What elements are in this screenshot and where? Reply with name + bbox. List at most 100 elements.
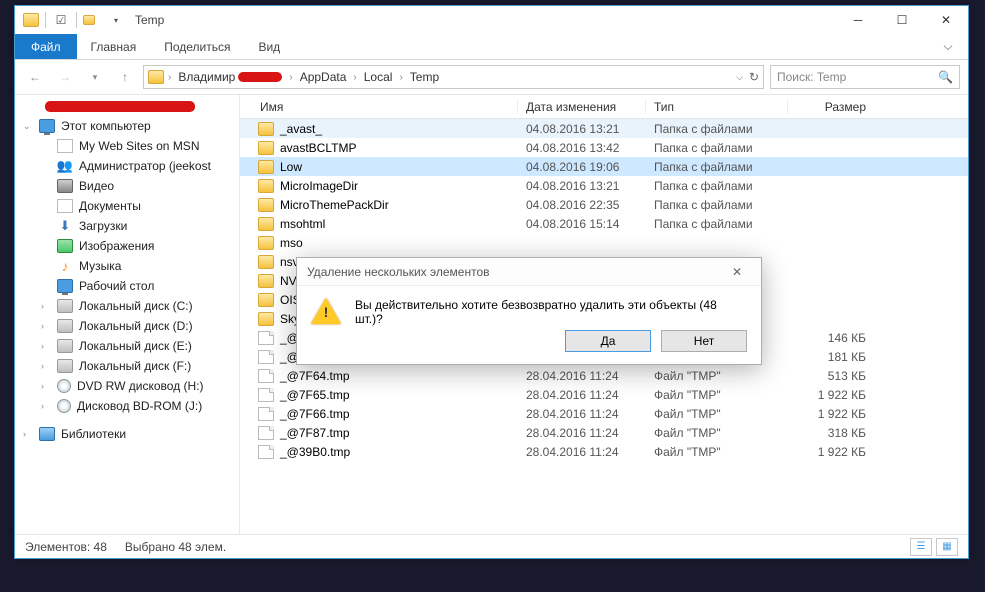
file-row[interactable]: _avast_04.08.2016 13:21Папка с файлами <box>240 119 968 138</box>
file-date: 04.08.2016 19:06 <box>518 160 646 174</box>
navigation-pane[interactable]: ⌄Этот компьютерMy Web Sites on MSN 👥 Админ… <box>15 95 240 534</box>
file-name: _@7F87.tmp <box>280 426 350 440</box>
address-dropdown-icon[interactable]: ⌵ <box>736 72 743 83</box>
maximize-button[interactable]: ☐ <box>880 6 924 34</box>
refresh-icon[interactable]: ↻ <box>749 70 759 84</box>
sidebar-item[interactable]: ›DVD RW дисковод (H:) <box>15 376 239 396</box>
sidebar-item[interactable]: ›Локальный диск (D:) <box>15 316 239 336</box>
file-row[interactable]: MicroThemePackDir04.08.2016 22:35Папка с… <box>240 195 968 214</box>
sidebar-item[interactable]: ♪Музыка <box>15 256 239 276</box>
breadcrumb-appdata[interactable]: AppData <box>297 70 350 84</box>
folder-icon <box>258 312 274 326</box>
folder-icon <box>258 293 274 307</box>
file-date: 28.04.2016 11:24 <box>518 426 646 440</box>
sidebar-item[interactable]: ⬇Загрузки <box>15 216 239 236</box>
sidebar-item[interactable]: Видео <box>15 176 239 196</box>
search-icon: 🔍 <box>938 70 953 84</box>
column-date[interactable]: Дата изменения <box>518 100 646 114</box>
sidebar-item[interactable]: ›Локальный диск (C:) <box>15 296 239 316</box>
expand-icon[interactable]: › <box>41 341 51 351</box>
details-view-button[interactable]: ☰ <box>910 538 932 556</box>
qat-dropdown-icon[interactable]: ▾ <box>107 11 125 29</box>
sidebar-item-label: Администратор (jeekost <box>79 159 211 173</box>
file-row[interactable]: MicroImageDir04.08.2016 13:21Папка с фай… <box>240 176 968 195</box>
sidebar-item[interactable]: Рабочий стол <box>15 276 239 296</box>
file-row[interactable]: _@7F87.tmp28.04.2016 11:24Файл "TMP"318 … <box>240 423 968 442</box>
expand-icon[interactable]: ⌄ <box>23 121 33 132</box>
file-row[interactable]: Low04.08.2016 19:06Папка с файлами <box>240 157 968 176</box>
sidebar-item[interactable]: › Локальный диск (E:) <box>15 336 239 356</box>
back-button[interactable]: ← <box>23 65 47 89</box>
column-size[interactable]: Размер <box>788 100 878 114</box>
tab-view[interactable]: Вид <box>244 34 294 59</box>
breadcrumb-local[interactable]: Local <box>361 70 396 84</box>
sidebar-item[interactable]: Изображения <box>15 236 239 256</box>
minimize-button[interactable]: ─ <box>836 6 880 34</box>
delete-confirmation-dialog: Удаление нескольких элементов ✕ ! Вы дей… <box>296 257 762 365</box>
expand-icon[interactable]: › <box>23 429 33 439</box>
file-type: Файл "TMP" <box>646 445 788 459</box>
dialog-titlebar[interactable]: Удаление нескольких элементов ✕ <box>297 258 761 286</box>
forward-button[interactable]: → <box>53 65 77 89</box>
recent-dropdown[interactable]: ▾ <box>83 65 107 89</box>
expand-icon[interactable]: › <box>41 381 51 391</box>
sidebar-item[interactable]: ›Локальный диск (F:) <box>15 356 239 376</box>
file-row[interactable]: mso <box>240 233 968 252</box>
search-input[interactable]: Поиск: Temp 🔍 <box>770 65 960 89</box>
sidebar-item[interactable]: ›Дисковод BD-ROM (J:) <box>15 396 239 416</box>
chevron-right-icon[interactable]: › <box>399 72 402 83</box>
breadcrumb-user[interactable]: Владимир <box>175 70 285 84</box>
status-bar: Элементов: 48 Выбрано 48 элем. ☰ ▦ <box>15 534 968 558</box>
breadcrumb-temp[interactable]: Temp <box>407 70 442 84</box>
file-row[interactable]: _@39B0.tmp28.04.2016 11:24Файл "TMP"1 92… <box>240 442 968 461</box>
ribbon-expand-button[interactable]: ⌵ <box>928 34 968 59</box>
sidebar-item[interactable]: My Web Sites on MSN <box>15 136 239 156</box>
sidebar-item[interactable]: 👥 Администратор (jeekost <box>15 156 239 176</box>
music-icon: ♪ <box>57 259 73 273</box>
file-name: avastBCLTMP <box>280 141 356 155</box>
doc-icon <box>57 139 73 153</box>
expand-icon[interactable]: › <box>41 401 51 411</box>
view-switcher: ☰ ▦ <box>910 538 958 556</box>
file-row[interactable]: _@7F66.tmp28.04.2016 11:24Файл "TMP"1 92… <box>240 404 968 423</box>
column-headers[interactable]: Имя Дата изменения Тип Размер <box>240 95 968 119</box>
file-name: _@7F64.tmp <box>280 369 350 383</box>
folder-icon <box>258 122 274 136</box>
column-type[interactable]: Тип <box>646 100 788 114</box>
file-type: Папка с файлами <box>646 198 788 212</box>
file-type: Папка с файлами <box>646 141 788 155</box>
file-row[interactable]: msohtml04.08.2016 15:14Папка с файлами <box>240 214 968 233</box>
chevron-right-icon[interactable]: › <box>289 72 292 83</box>
yes-button[interactable]: Да <box>565 330 651 352</box>
up-button[interactable]: ↑ <box>113 65 137 89</box>
chevron-right-icon[interactable]: › <box>353 72 356 83</box>
address-bar[interactable]: › Владимир › AppData › Local › Temp ⌵ ↻ <box>143 65 764 89</box>
users-icon: 👥 <box>57 159 73 173</box>
titlebar[interactable]: ☑ ▾ Temp ─ ☐ ✕ <box>15 6 968 34</box>
window-controls: ─ ☐ ✕ <box>836 6 968 34</box>
qat-properties-icon[interactable]: ☑ <box>52 11 70 29</box>
folder-icon <box>258 198 274 212</box>
file-tab[interactable]: Файл <box>15 34 77 59</box>
file-row[interactable]: _@7F65.tmp28.04.2016 11:24Файл "TMP"1 92… <box>240 385 968 404</box>
expand-icon[interactable]: › <box>41 321 51 331</box>
icons-view-button[interactable]: ▦ <box>936 538 958 556</box>
file-row[interactable]: _@7F64.tmp28.04.2016 11:24Файл "TMP"513 … <box>240 366 968 385</box>
sidebar-item[interactable]: ⌄Этот компьютер <box>15 116 239 136</box>
no-button[interactable]: Нет <box>661 330 747 352</box>
tab-share[interactable]: Поделиться <box>150 34 244 59</box>
chevron-right-icon[interactable]: › <box>168 72 171 83</box>
expand-icon[interactable]: › <box>41 361 51 371</box>
sidebar-item[interactable]: ›Библиотеки <box>15 424 239 444</box>
file-type: Папка с файлами <box>646 217 788 231</box>
sidebar-item[interactable]: Документы <box>15 196 239 216</box>
expand-icon[interactable]: › <box>41 301 51 311</box>
sidebar-item-label: Локальный диск (E:) <box>79 339 192 353</box>
file-icon <box>258 331 274 345</box>
dialog-close-button[interactable]: ✕ <box>723 261 751 283</box>
tab-home[interactable]: Главная <box>77 34 151 59</box>
qat-newfolder-icon[interactable] <box>83 11 101 29</box>
close-button[interactable]: ✕ <box>924 6 968 34</box>
column-name[interactable]: Имя <box>240 100 518 114</box>
file-row[interactable]: avastBCLTMP04.08.2016 13:42Папка с файла… <box>240 138 968 157</box>
